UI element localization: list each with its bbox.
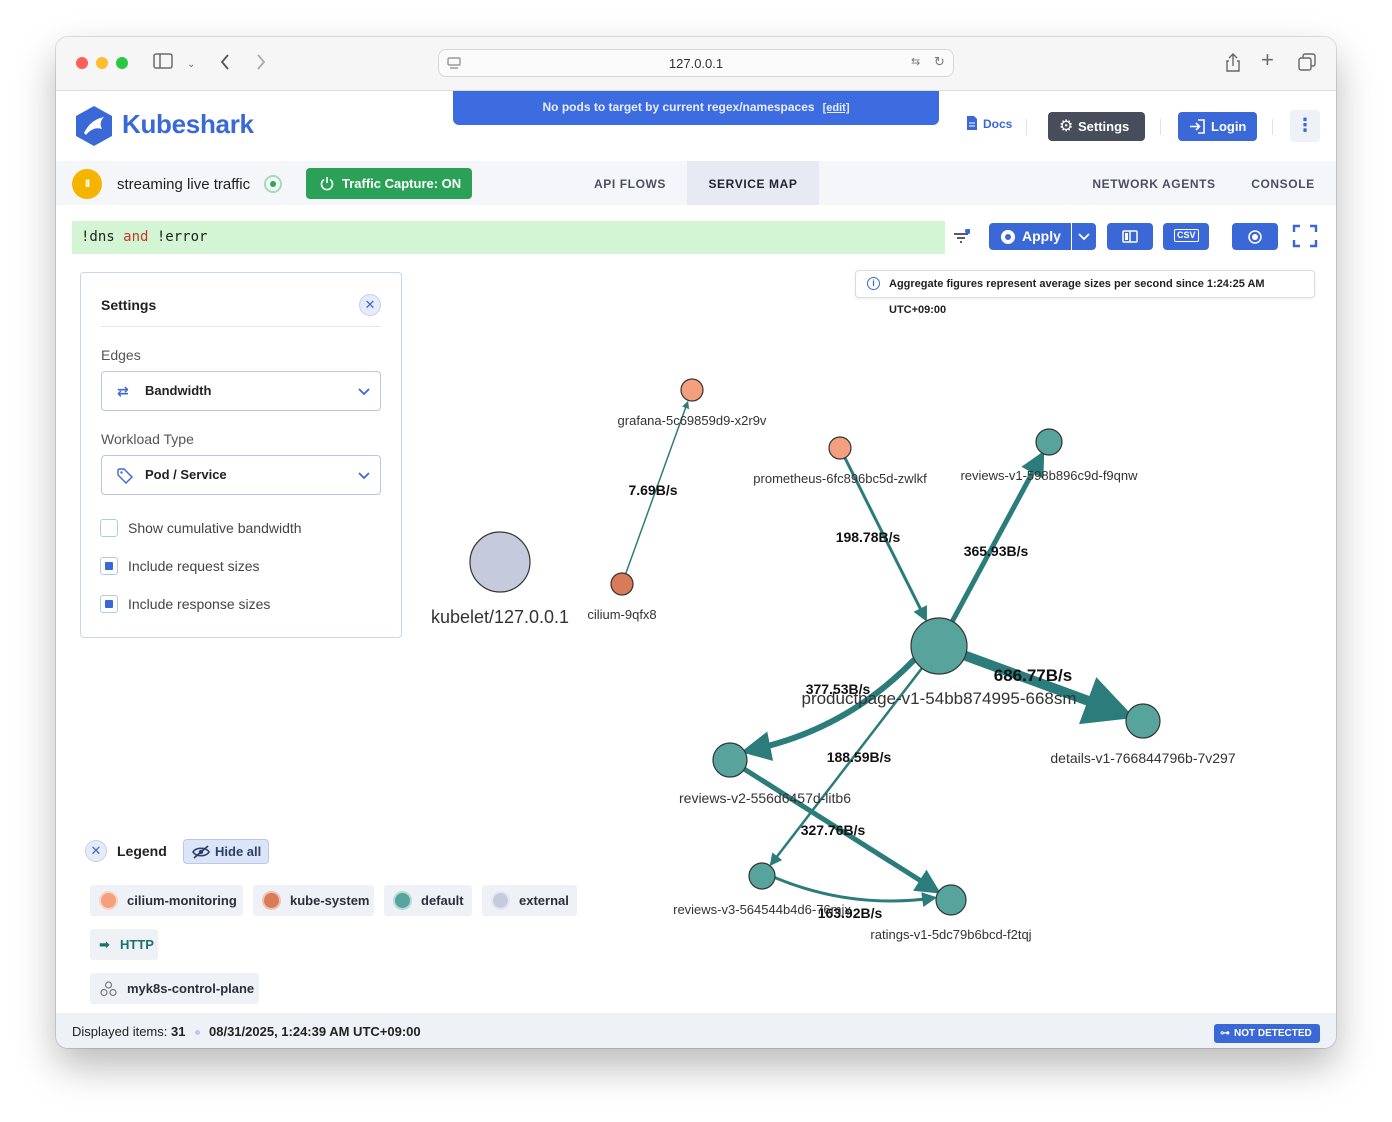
legend-namespace-label: kube-system xyxy=(290,893,370,908)
namespace-color-dot xyxy=(395,893,410,908)
chevron-down-icon xyxy=(358,372,370,410)
legend-namespace-external[interactable]: external xyxy=(482,885,577,916)
aggregate-info-notice: i Aggregate figures represent average si… xyxy=(855,270,1315,316)
browser-window: ⌄ 127.0.0.1 ⇆ ↻ + Kubeshark No pods to t… xyxy=(56,37,1336,1048)
edge-bandwidth-label: 686.77B/s xyxy=(994,666,1072,685)
map-node-ratings[interactable] xyxy=(935,884,967,916)
close-settings-icon[interactable]: ✕ xyxy=(359,294,381,316)
separator-dot xyxy=(195,1030,200,1035)
map-node-label: cilium-9qfx8 xyxy=(587,607,656,622)
map-node-label: ratings-v1-5dc79b6bcd-f2tqj xyxy=(870,927,1031,942)
chevron-down-icon xyxy=(358,456,370,494)
hide-all-button[interactable]: Hide all xyxy=(183,839,269,864)
workload-type-value: Pod / Service xyxy=(145,467,227,482)
hide-all-label: Hide all xyxy=(215,844,262,859)
legend-namespace-cilium-monitoring[interactable]: cilium-monitoring xyxy=(90,885,243,916)
workload-type-select[interactable]: Pod / Service xyxy=(101,455,381,495)
edge-bandwidth-label: 188.59B/s xyxy=(827,749,892,765)
map-node-productpage[interactable] xyxy=(910,617,968,675)
map-node-kubelet[interactable] xyxy=(469,531,531,593)
map-node-label: prometheus-6fc896bc5d-zwlkf xyxy=(753,471,927,486)
legend-namespace-kube-system[interactable]: kube-system xyxy=(253,885,374,916)
map-node-prometheus[interactable] xyxy=(828,436,852,460)
arrow-right-icon: ➡ xyxy=(99,937,110,952)
map-node-label: productpage-v1-54bb874995-668sm xyxy=(801,689,1076,708)
status-bar: Displayed items: 31 08/31/2025, 1:24:39 … xyxy=(56,1013,1336,1048)
edges-label: Edges xyxy=(101,347,141,363)
edges-select[interactable]: ⇄ Bandwidth xyxy=(101,371,381,411)
map-node-cilium[interactable] xyxy=(610,572,634,596)
include-request-sizes-label: Include request sizes xyxy=(128,558,260,574)
map-node-reviews-v3[interactable] xyxy=(748,862,776,890)
edge-bandwidth-label: 198.78B/s xyxy=(836,529,901,545)
status-timestamp: 08/31/2025, 1:24:39 AM UTC+09:00 xyxy=(209,1024,421,1039)
namespace-color-dot xyxy=(101,893,116,908)
cluster-icon xyxy=(100,981,117,997)
legend-title: Legend xyxy=(117,843,167,859)
key-icon: ⊶ xyxy=(1220,1028,1230,1039)
namespace-color-dot xyxy=(264,893,279,908)
divider xyxy=(101,326,381,327)
legend-namespace-label: cilium-monitoring xyxy=(127,893,237,908)
swap-arrows-icon: ⇄ xyxy=(117,383,129,399)
include-request-sizes-checkbox[interactable] xyxy=(100,557,118,575)
displayed-items-label: Displayed items: xyxy=(72,1024,168,1039)
displayed-items-count: 31 xyxy=(171,1024,186,1039)
include-response-sizes-checkbox[interactable] xyxy=(100,595,118,613)
include-response-sizes-label: Include response sizes xyxy=(128,596,271,612)
eye-off-icon xyxy=(192,845,210,859)
map-node-label: kubelet/127.0.0.1 xyxy=(431,607,569,627)
legend-namespace-default[interactable]: default xyxy=(384,885,472,916)
namespace-color-dot xyxy=(493,893,508,908)
map-node-label: reviews-v2-556d6457d-litb6 xyxy=(679,790,851,806)
show-cumulative-bandwidth-checkbox[interactable] xyxy=(100,519,118,537)
map-node-reviews-v1[interactable] xyxy=(1035,428,1063,456)
workload-type-label: Workload Type xyxy=(101,431,194,447)
info-icon: i xyxy=(867,277,880,290)
map-node-reviews-v2[interactable] xyxy=(712,742,748,778)
edge-bandwidth-label: 327.76B/s xyxy=(801,822,866,838)
legend-namespace-label: external xyxy=(519,893,569,908)
legend-cluster-label: myk8s-control-plane xyxy=(127,981,255,996)
map-node-label: reviews-v1-598b896c9d-f9qnw xyxy=(960,468,1138,483)
edge-bandwidth-label: 7.69B/s xyxy=(628,482,677,498)
legend-cluster[interactable]: myk8s-control-plane xyxy=(90,973,259,1004)
legend-namespace-label: default xyxy=(421,893,464,908)
detection-status-label: NOT DETECTED xyxy=(1234,1028,1312,1039)
settings-panel: Settings ✕ Edges ⇄ Bandwidth Workload Ty… xyxy=(80,272,402,638)
settings-panel-title: Settings xyxy=(101,297,157,313)
tag-icon xyxy=(117,456,133,494)
map-node-label: grafana-5c69859d9-x2r9v xyxy=(618,413,767,428)
map-node-label: details-v1-766844796b-7v297 xyxy=(1050,750,1235,766)
legend-protocol-label: HTTP xyxy=(120,937,154,952)
map-edge[interactable] xyxy=(774,876,938,907)
map-node-grafana[interactable] xyxy=(680,378,704,402)
close-legend-icon[interactable]: ✕ xyxy=(85,840,107,862)
detection-status-badge: ⊶ NOT DETECTED xyxy=(1214,1024,1320,1043)
show-cumulative-bandwidth-label: Show cumulative bandwidth xyxy=(128,520,302,536)
legend-protocol-http[interactable]: ➡ HTTP xyxy=(90,929,158,960)
map-node-label: reviews-v3-564544b4d6-76mjx xyxy=(673,902,851,917)
map-node-details[interactable] xyxy=(1125,703,1161,739)
edge-bandwidth-label: 365.93B/s xyxy=(964,543,1029,559)
edges-value: Bandwidth xyxy=(145,383,212,398)
